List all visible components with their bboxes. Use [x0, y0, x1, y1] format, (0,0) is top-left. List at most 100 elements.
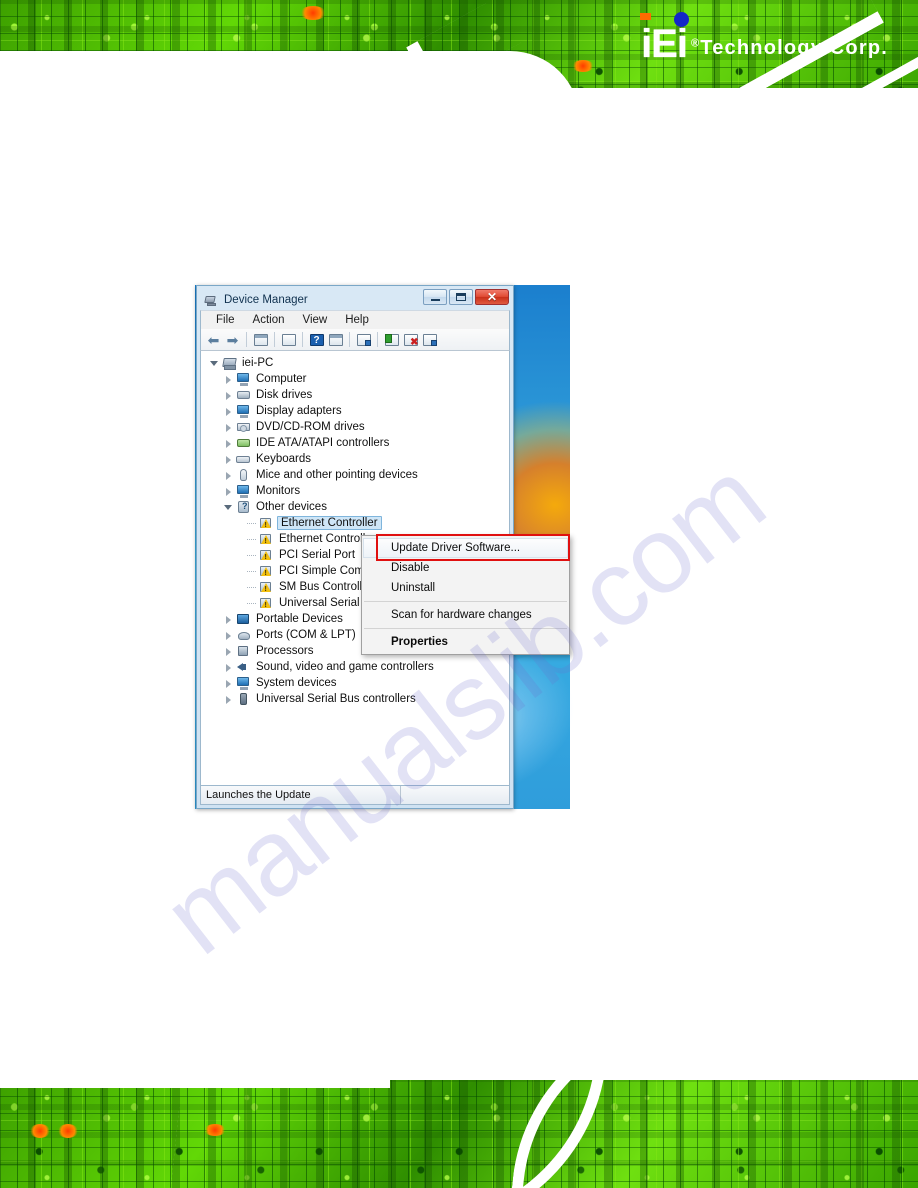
chevron-right-icon[interactable]	[223, 694, 234, 705]
window-title: Device Manager	[224, 293, 308, 306]
chevron-right-icon[interactable]	[223, 406, 234, 417]
tree-item-label: Computer	[256, 373, 307, 385]
menu-file[interactable]: File	[207, 313, 244, 327]
tree-item[interactable]: Mice and other pointing devices	[205, 467, 509, 483]
menu-view[interactable]: View	[294, 313, 337, 327]
mouse-icon	[236, 468, 251, 482]
uninstall-device-icon[interactable]: ✖	[402, 331, 419, 348]
tree-item[interactable]: Display adapters	[205, 403, 509, 419]
tree-item[interactable]: DVD/CD-ROM drives	[205, 419, 509, 435]
toolbar: ⬅ ➡ ? ✖	[200, 329, 510, 351]
toolbar-separator-2	[274, 332, 275, 347]
chevron-right-icon[interactable]	[223, 614, 234, 625]
header-solder-dot-1	[300, 6, 326, 20]
tree-item-label: Display adapters	[256, 405, 342, 417]
view-devices-icon[interactable]	[327, 331, 344, 348]
menu-bar: File Action View Help	[200, 310, 510, 329]
tree-item-label: Disk drives	[256, 389, 313, 401]
iei-logo-letters: iEi	[641, 22, 688, 66]
tree-item[interactable]: Monitors	[205, 483, 509, 499]
tree-item[interactable]: IDE ATA/ATAPI controllers	[205, 435, 509, 451]
annotation-highlight-box	[376, 534, 570, 561]
tree-item[interactable]: Ethernet Controller	[205, 515, 509, 531]
tree-item-label: Portable Devices	[256, 613, 343, 625]
context-menu-item-wrapper: Disable	[362, 558, 569, 578]
tree-item-label: Monitors	[256, 485, 301, 497]
footer-swoosh-curve-2	[510, 1080, 918, 1188]
tree-item[interactable]: Universal Serial Bus controllers	[205, 691, 509, 707]
tree-item-label: Processors	[256, 645, 314, 657]
chevron-right-icon[interactable]	[223, 630, 234, 641]
minimize-button[interactable]	[423, 289, 447, 305]
chevron-right-icon[interactable]	[223, 646, 234, 657]
processor-icon	[236, 644, 251, 658]
tree-item[interactable]: Sound, video and game controllers	[205, 659, 509, 675]
chevron-right-icon[interactable]	[223, 470, 234, 481]
tree-item-label: Ports (COM & LPT)	[256, 629, 356, 641]
tree-item[interactable]: System devices	[205, 675, 509, 691]
tree-item[interactable]: Computer	[205, 371, 509, 387]
page-root: iEi ®Technology Corp. Device Manager ✕ F…	[0, 0, 918, 1188]
close-button[interactable]: ✕	[475, 289, 509, 305]
context-menu-separator	[364, 628, 567, 629]
chevron-right-icon[interactable]	[223, 390, 234, 401]
system-device-icon	[236, 676, 251, 690]
chevron-down-icon[interactable]	[209, 358, 220, 369]
warning-device-icon	[259, 548, 274, 562]
header-banner: iEi ®Technology Corp.	[0, 0, 918, 110]
tree-connector	[247, 566, 259, 577]
tree-item-label: Mice and other pointing devices	[256, 469, 418, 481]
footer-solder-dot-2	[58, 1124, 78, 1138]
device-manager-icon	[204, 293, 219, 307]
tree-connector	[247, 598, 259, 609]
chevron-right-icon[interactable]	[223, 678, 234, 689]
tree-item-label: System devices	[256, 677, 337, 689]
logo-blue-dot	[673, 12, 689, 27]
ide-controller-icon	[236, 436, 251, 450]
back-icon[interactable]: ⬅	[205, 331, 222, 348]
tree-item[interactable]: iei-PC	[205, 355, 509, 371]
context-menu-item-wrapper: Properties	[362, 632, 569, 652]
menu-help[interactable]: Help	[336, 313, 378, 327]
context-menu-item[interactable]: Properties	[362, 632, 569, 652]
tree-item[interactable]: Keyboards	[205, 451, 509, 467]
disable-device-icon[interactable]	[421, 331, 438, 348]
other-devices-icon	[236, 500, 251, 514]
scan-for-hardware-changes-icon[interactable]	[355, 331, 372, 348]
chevron-right-icon[interactable]	[223, 454, 234, 465]
sound-icon	[236, 660, 251, 674]
device-manager-screenshot-figure: Device Manager ✕ File Action View Help ⬅…	[195, 285, 596, 809]
chevron-right-icon[interactable]	[223, 374, 234, 385]
tree-item-label: SM Bus Controller	[279, 581, 373, 593]
tree-item[interactable]: Disk drives	[205, 387, 509, 403]
minimize-icon	[430, 298, 440, 301]
properties-icon[interactable]	[280, 331, 297, 348]
portable-device-icon	[236, 612, 251, 626]
port-icon	[236, 628, 251, 642]
context-menu-item[interactable]: Uninstall	[362, 578, 569, 598]
tree-item-label: DVD/CD-ROM drives	[256, 421, 365, 433]
context-menu-item[interactable]: Disable	[362, 558, 569, 578]
chevron-right-icon[interactable]	[223, 422, 234, 433]
window-controls: ✕	[423, 289, 509, 305]
context-menu-separator	[364, 601, 567, 602]
chevron-down-icon[interactable]	[223, 502, 234, 513]
tree-item-label: iei-PC	[242, 357, 274, 369]
context-menu-item-wrapper: Uninstall	[362, 578, 569, 598]
iei-logo-mark: iEi	[640, 12, 689, 66]
status-bar: Launches the Update	[200, 786, 510, 805]
tree-item[interactable]: Other devices	[205, 499, 509, 515]
show-hidden-devices-icon[interactable]	[252, 331, 269, 348]
tree-connector	[247, 518, 259, 529]
chevron-right-icon[interactable]	[223, 438, 234, 449]
update-driver-icon[interactable]	[383, 331, 400, 348]
context-menu-item[interactable]: Scan for hardware changes	[362, 605, 569, 625]
chevron-right-icon[interactable]	[223, 486, 234, 497]
toolbar-separator-1	[246, 332, 247, 347]
disk-drive-icon	[236, 388, 251, 402]
chevron-right-icon[interactable]	[223, 662, 234, 673]
maximize-button[interactable]	[449, 289, 473, 305]
help-icon[interactable]: ?	[308, 331, 325, 348]
forward-icon[interactable]: ➡	[224, 331, 241, 348]
menu-action[interactable]: Action	[244, 313, 294, 327]
